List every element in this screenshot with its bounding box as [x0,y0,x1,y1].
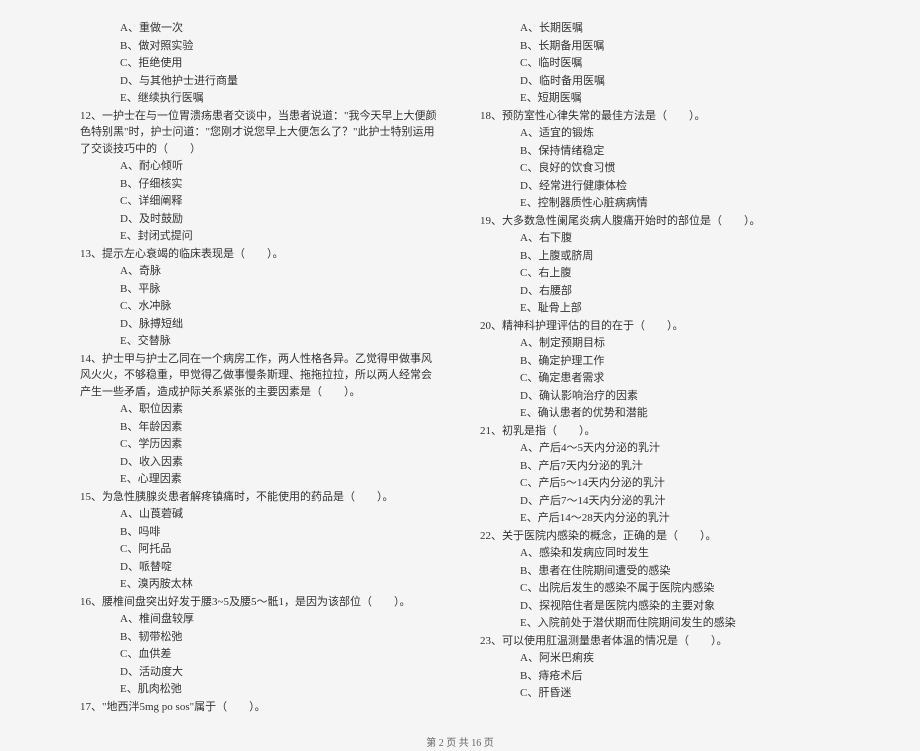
option-text: C、阿托品 [80,541,440,558]
option-text: D、右腰部 [480,283,840,300]
option-text: E、封闭式提问 [80,228,440,245]
option-text: B、患者在住院期间遭受的感染 [480,563,840,580]
left-column: A、重做一次 B、做对照实验 C、拒绝使用 D、与其他护士进行商量 E、继续执行… [80,20,440,716]
option-text: D、与其他护士进行商量 [80,73,440,90]
option-text: E、产后14～28天内分泌的乳汁 [480,510,840,527]
option-text: C、临时医嘱 [480,55,840,72]
option-text: B、保持情绪稳定 [480,143,840,160]
option-text: B、平脉 [80,281,440,298]
option-text: D、经常进行健康体检 [480,178,840,195]
question-22: 22、关于医院内感染的概念，正确的是（ ）。 [480,528,840,545]
option-text: E、控制器质性心脏病病情 [480,195,840,212]
option-text: A、产后4～5天内分泌的乳汁 [480,440,840,457]
option-text: A、山莨菪碱 [80,506,440,523]
option-text: E、入院前处于潜伏期而住院期间发生的感染 [480,615,840,632]
question-19: 19、大多数急性阑尾炎病人腹痛开始时的部位是（ ）。 [480,213,840,230]
option-text: D、及时鼓励 [80,211,440,228]
option-text: C、拒绝使用 [80,55,440,72]
option-text: B、做对照实验 [80,38,440,55]
question-18: 18、预防室性心律失常的最佳方法是（ ）。 [480,108,840,125]
option-text: E、短期医嘱 [480,90,840,107]
option-text: B、吗啡 [80,524,440,541]
question-14: 14、护士甲与护士乙同在一个病房工作，两人性格各异。乙觉得甲做事风风火火，不够稳… [80,351,440,401]
question-20: 20、精神科护理评估的目的在于（ ）。 [480,318,840,335]
option-text: E、确认患者的优势和潜能 [480,405,840,422]
option-text: D、产后7～14天内分泌的乳汁 [480,493,840,510]
option-text: A、耐心倾听 [80,158,440,175]
option-text: C、良好的饮食习惯 [480,160,840,177]
option-text: C、详细阐释 [80,193,440,210]
option-text: A、感染和发病应同时发生 [480,545,840,562]
option-text: B、年龄因素 [80,419,440,436]
question-17: 17、"地西泮5mg po sos"属于（ ）。 [80,699,440,716]
option-text: D、探视陪住者是医院内感染的主要对象 [480,598,840,615]
option-text: E、继续执行医嘱 [80,90,440,107]
option-text: A、职位因素 [80,401,440,418]
option-text: B、长期备用医嘱 [480,38,840,55]
option-text: C、水冲脉 [80,298,440,315]
option-text: B、仔细核实 [80,176,440,193]
question-13: 13、提示左心衰竭的临床表现是（ ）。 [80,246,440,263]
option-text: A、奇脉 [80,263,440,280]
page-footer: 第 2 页 共 16 页 [80,736,840,751]
question-12: 12、一护士在与一位胃溃疡患者交谈中，当患者说道："我今天早上大便颜色特别黑"时… [80,108,440,158]
option-text: C、右上腹 [480,265,840,282]
option-text: D、收入因素 [80,454,440,471]
option-text: A、阿米巴痢疾 [480,650,840,667]
option-text: C、学历因素 [80,436,440,453]
question-15: 15、为急性胰腺炎患者解疼镇痛时，不能使用的药品是（ ）。 [80,489,440,506]
option-text: D、活动度大 [80,664,440,681]
option-text: B、韧带松弛 [80,629,440,646]
option-text: A、长期医嘱 [480,20,840,37]
option-text: E、心理因素 [80,471,440,488]
option-text: C、出院后发生的感染不属于医院内感染 [480,580,840,597]
option-text: B、确定护理工作 [480,353,840,370]
option-text: A、右下腹 [480,230,840,247]
option-text: B、产后7天内分泌的乳汁 [480,458,840,475]
option-text: D、脉搏短绌 [80,316,440,333]
option-text: D、临时备用医嘱 [480,73,840,90]
option-text: E、溴丙胺太林 [80,576,440,593]
option-text: A、适宜的锻炼 [480,125,840,142]
option-text: E、交替脉 [80,333,440,350]
option-text: B、上腹或脐周 [480,248,840,265]
option-text: E、肌肉松弛 [80,681,440,698]
question-16: 16、腰椎间盘突出好发于腰3~5及腰5～骶1，是因为该部位（ ）。 [80,594,440,611]
option-text: D、确认影响治疗的因素 [480,388,840,405]
question-21: 21、初乳是指（ ）。 [480,423,840,440]
option-text: C、血供差 [80,646,440,663]
option-text: D、哌替啶 [80,559,440,576]
option-text: A、重做一次 [80,20,440,37]
option-text: C、肝昏迷 [480,685,840,702]
option-text: E、耻骨上部 [480,300,840,317]
right-column: A、长期医嘱 B、长期备用医嘱 C、临时医嘱 D、临时备用医嘱 E、短期医嘱 1… [480,20,840,716]
option-text: C、确定患者需求 [480,370,840,387]
option-text: B、痔疮术后 [480,668,840,685]
option-text: A、椎间盘较厚 [80,611,440,628]
option-text: A、制定预期目标 [480,335,840,352]
option-text: C、产后5～14天内分泌的乳汁 [480,475,840,492]
question-23: 23、可以使用肛温测量患者体温的情况是（ ）。 [480,633,840,650]
